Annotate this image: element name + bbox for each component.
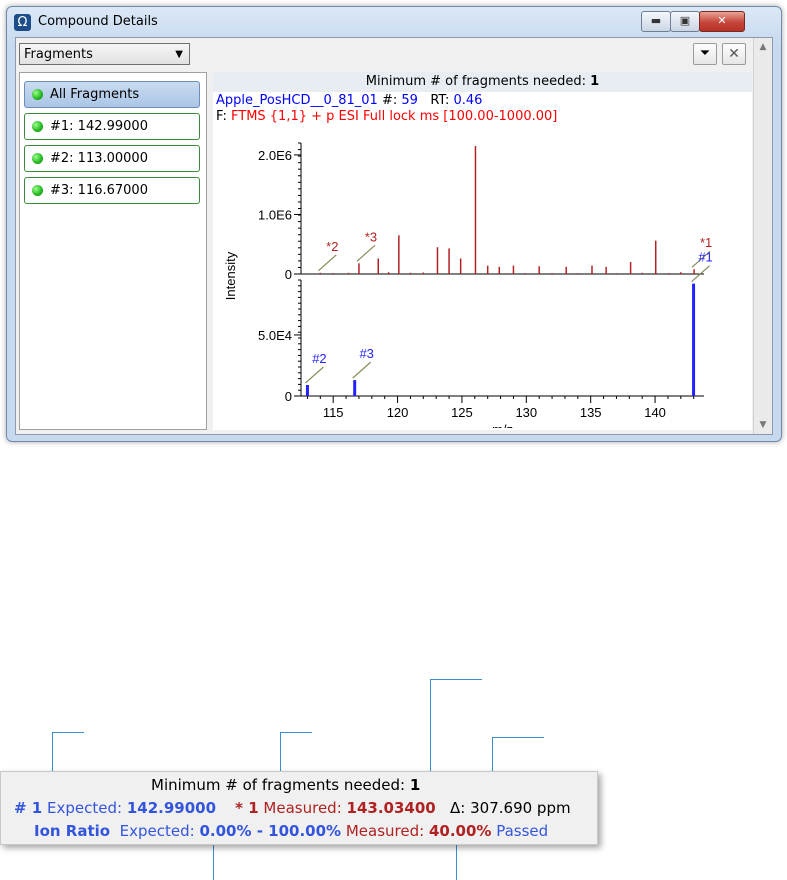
fragment-item-all[interactable]: All Fragments	[24, 81, 200, 108]
fragment-item-label: #3: 116.67000	[50, 183, 148, 198]
x-tick-label: 135	[580, 405, 602, 420]
fragment-item-label: All Fragments	[50, 87, 140, 102]
title-bar[interactable]: Ω Compound Details ▬ ▣ ✕	[7, 7, 781, 37]
spectrum-chart[interactable]: 0 1.0E6 2.0E6 *2 *3 *1 0 5.0E4 #2 #3 #1 115 120 125 13…	[213, 128, 752, 428]
scan-header: Apple_PosHCD__0_81_01 #: 59 RT: 0.46	[216, 93, 482, 108]
fragment-item-label: #1: 142.99000	[50, 119, 148, 134]
fragment-detail-callout: Minimum # of fragments needed: 1 # 1 Exp…	[0, 771, 598, 845]
fragment-item-2[interactable]: #2: 113.00000	[24, 145, 200, 172]
leader-line	[280, 732, 312, 733]
top-peak-annotation: *3	[365, 229, 377, 244]
x-tick-label: 125	[451, 405, 473, 420]
top-annotation-leader	[356, 244, 376, 262]
app-logo-icon: Ω	[14, 14, 31, 31]
filter-button[interactable]: ⏷	[693, 43, 717, 65]
min-fragments-label: Minimum # of fragments needed:	[365, 74, 587, 89]
spectrum-panel: Minimum # of fragments needed: 1 Apple_P…	[213, 72, 752, 430]
top-y-tick-label: 1.0E6	[258, 207, 292, 222]
x-tick-label: 120	[387, 405, 409, 420]
filter-header: F: FTMS {1,1} + p ESI Full lock ms [100.…	[216, 109, 557, 124]
close-button[interactable]: ✕	[699, 11, 745, 32]
bottom-annotation-leader	[352, 361, 372, 379]
rt-value: 0.46	[453, 93, 483, 108]
top-annotation-leader	[317, 254, 337, 272]
measured-value: 143.03400	[346, 799, 436, 817]
file-name: Apple_PosHCD__0_81_01	[216, 93, 378, 108]
ratio-measured-label: Measured:	[345, 822, 425, 840]
top-y-tick-label: 0	[285, 267, 292, 282]
ratio-expected-value: 0.00% - 100.00%	[199, 822, 342, 840]
measured-label: Measured:	[263, 799, 342, 817]
scan-value: 59	[401, 93, 418, 108]
minimize-button[interactable]: ▬	[641, 11, 671, 32]
status-green-icon	[32, 153, 43, 164]
callout-header-value: 1	[409, 776, 421, 794]
top-peak-annotation: *2	[326, 239, 338, 254]
bottom-annotation-leader	[305, 366, 324, 384]
y-axis-label: Intensity	[223, 251, 238, 300]
compound-details-window: Ω Compound Details ▬ ▣ ✕ Fragments ▼ ⏷ ✕…	[6, 6, 782, 442]
status-green-icon	[32, 185, 43, 196]
clear-filter-button[interactable]: ✕	[722, 43, 746, 65]
measured-id: * 1	[235, 799, 259, 817]
window-title: Compound Details	[38, 14, 158, 29]
bottom-peak-annotation: #1	[698, 250, 712, 265]
callout-ratio-row: Ion Ratio Expected: 0.00% - 100.00% Meas…	[34, 822, 548, 840]
leader-line	[456, 843, 457, 880]
maximize-button[interactable]: ▣	[670, 11, 700, 32]
leader-line	[52, 732, 84, 733]
expected-label: Expected:	[47, 799, 123, 817]
x-tick-label: 115	[323, 405, 344, 420]
ratio-measured-value: 40.00%	[428, 822, 492, 840]
ratio-expected-label: Expected:	[119, 822, 195, 840]
vertical-scrollbar[interactable]: ▲ ▼	[753, 38, 772, 434]
ion-ratio-label: Ion Ratio	[34, 822, 111, 840]
fragment-item-label: #2: 113.00000	[50, 151, 148, 166]
scroll-down-icon[interactable]: ▼	[754, 420, 772, 430]
callout-header: Minimum # of fragments needed: 1	[151, 776, 420, 794]
x-axis-label: m/z	[492, 422, 513, 428]
bottom-peak-annotation: #2	[312, 351, 326, 366]
filter-prefix: F:	[216, 109, 227, 124]
scan-filter: FTMS {1,1} + p ESI Full lock ms [100.00-…	[231, 109, 558, 124]
expected-value: 142.99000	[126, 799, 217, 817]
rt-label: RT:	[430, 93, 450, 108]
mass-delta: Δ: 307.690 ppm	[450, 799, 571, 817]
leader-line	[213, 843, 214, 880]
filter-icon: ⏷	[699, 46, 711, 61]
leader-line	[430, 679, 431, 779]
fragment-id: # 1	[14, 799, 43, 817]
callout-header-label: Minimum # of fragments needed:	[151, 776, 406, 794]
x-tick-label: 140	[644, 405, 666, 420]
min-fragments-value: 1	[590, 74, 600, 89]
top-y-tick-label: 2.0E6	[258, 148, 292, 163]
scan-label: #:	[381, 93, 398, 108]
fragment-list: All Fragments #1: 142.99000 #2: 113.0000…	[19, 72, 207, 430]
close-icon: ✕	[728, 46, 740, 62]
status-green-icon	[32, 89, 43, 100]
scroll-up-icon[interactable]: ▲	[754, 42, 772, 52]
bottom-y-tick-label: 0	[285, 389, 292, 404]
bottom-peak-annotation: #3	[359, 346, 373, 361]
leader-line	[430, 679, 482, 680]
x-tick-label: 130	[515, 405, 537, 420]
fragment-item-3[interactable]: #3: 116.67000	[24, 177, 200, 204]
view-select-dropdown[interactable]: Fragments ▼	[19, 43, 190, 65]
chevron-down-icon: ▼	[175, 49, 183, 60]
view-select-value: Fragments	[24, 47, 93, 62]
client-area: Fragments ▼ ⏷ ✕ ▲ ▼ All Fragments #1: 14…	[15, 37, 773, 435]
bottom-y-tick-label: 5.0E4	[258, 328, 292, 343]
min-fragments-strip: Minimum # of fragments needed: 1	[213, 72, 752, 92]
leader-line	[492, 737, 544, 738]
top-peak-annotation: *1	[700, 235, 712, 250]
callout-mass-row: # 1 Expected: 142.99000 * 1 Measured: 14…	[14, 799, 571, 817]
ratio-status: Passed	[496, 822, 549, 840]
fragment-item-1[interactable]: #1: 142.99000	[24, 113, 200, 140]
status-green-icon	[32, 121, 43, 132]
